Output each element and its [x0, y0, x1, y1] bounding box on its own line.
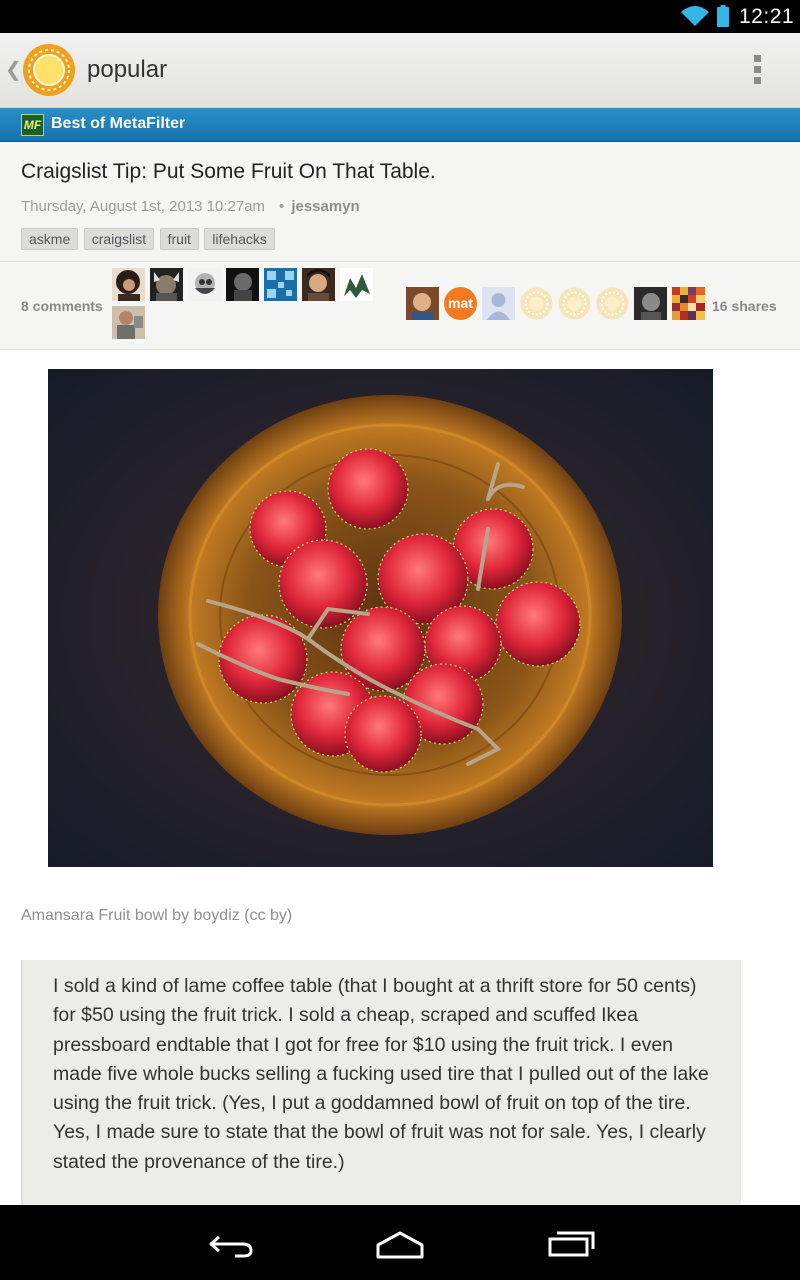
article-content[interactable]: Craigslist Tip: Put Some Fruit On That T…: [0, 142, 800, 1205]
tag-craigslist[interactable]: craigslist: [83, 228, 155, 250]
fruit-bowl-photo: [48, 369, 713, 867]
article-headline: Craigslist Tip: Put Some Fruit On That T…: [21, 160, 436, 183]
app-sun-logo-icon[interactable]: [22, 43, 76, 97]
meta-separator: •: [279, 198, 285, 215]
default-avatar-icon[interactable]: [482, 287, 515, 320]
photo-caption: Amansara Fruit bowl by boydiz (cc by): [21, 907, 293, 924]
tag-fruit[interactable]: fruit: [159, 228, 199, 250]
sun-avatar-icon[interactable]: [520, 287, 553, 320]
sun-avatar-icon[interactable]: [558, 287, 591, 320]
article-date: Thursday, August 1st, 2013 10:27am: [21, 198, 266, 215]
avatar[interactable]: [634, 287, 667, 320]
up-caret-icon[interactable]: ❮: [5, 57, 22, 82]
back-icon[interactable]: [205, 1227, 255, 1259]
avatar[interactable]: [188, 268, 221, 301]
battery-icon: [717, 5, 729, 27]
social-bar: 8 comments mat 16 shares: [0, 262, 800, 350]
source-name: Best of MetaFilter: [51, 115, 186, 132]
tag-askme[interactable]: askme: [21, 228, 79, 250]
metafilter-logo-icon: MF: [21, 114, 44, 136]
tag-list: askme craigslist fruit lifehacks: [21, 228, 276, 250]
recent-apps-icon[interactable]: [547, 1227, 597, 1259]
shares-count[interactable]: 16 shares: [712, 298, 777, 314]
avatar[interactable]: [226, 268, 259, 301]
status-bar: 12:21: [0, 0, 800, 33]
avatar[interactable]: [406, 287, 439, 320]
action-bar: ❮ popular: [0, 33, 800, 108]
comments-count[interactable]: 8 comments: [21, 298, 103, 314]
article-author[interactable]: jessamyn: [291, 198, 359, 215]
avatar[interactable]: [112, 306, 145, 339]
wifi-icon: [681, 6, 709, 26]
article-header: Craigslist Tip: Put Some Fruit On That T…: [0, 142, 800, 262]
navigation-bar: [0, 1205, 800, 1280]
avatar-mat[interactable]: mat: [444, 287, 477, 320]
mosaic-avatar[interactable]: [672, 287, 705, 320]
home-icon[interactable]: [375, 1227, 425, 1259]
clock: 12:21: [739, 5, 795, 28]
quote-text: I sold a kind of lame coffee table (that…: [53, 975, 709, 1173]
article-meta: Thursday, August 1st, 2013 10:27am • jessa…: [21, 198, 360, 215]
avatar[interactable]: [112, 268, 145, 301]
blockquote: I sold a kind of lame coffee table (that…: [21, 960, 741, 1205]
article-photo[interactable]: [48, 369, 713, 867]
tag-lifehacks[interactable]: lifehacks: [204, 228, 275, 250]
screen-title: popular: [87, 56, 168, 83]
avatar[interactable]: [150, 268, 183, 301]
avatar[interactable]: [340, 268, 373, 301]
source-bar[interactable]: MF Best of MetaFilter: [0, 108, 800, 142]
sun-avatar-icon[interactable]: [596, 287, 629, 320]
avatar[interactable]: [264, 268, 297, 301]
overflow-menu-icon[interactable]: [745, 55, 769, 87]
avatar[interactable]: [302, 268, 335, 301]
